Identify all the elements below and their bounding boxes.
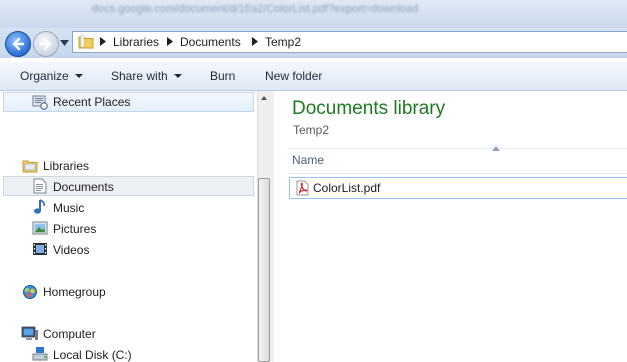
share-with-button[interactable]: Share with	[111, 69, 182, 83]
music-icon	[34, 199, 45, 214]
scroll-up-icon[interactable]	[258, 93, 270, 103]
nav-label-documents: Documents	[53, 180, 114, 194]
breadcrumb-libraries[interactable]: Libraries	[113, 35, 159, 49]
scrollbar-thumb[interactable]	[258, 178, 270, 362]
nav-item-videos[interactable]: Videos	[53, 243, 89, 257]
nav-item-computer[interactable]: Computer	[43, 327, 96, 341]
breadcrumb-separator-icon[interactable]	[100, 37, 106, 46]
back-arrow-icon	[12, 37, 25, 51]
library-title: Documents library	[292, 98, 446, 119]
organize-button[interactable]: Organize	[20, 69, 83, 83]
chevron-down-icon	[173, 74, 182, 78]
videos-icon	[33, 243, 47, 255]
sort-ascending-icon	[492, 146, 500, 151]
computer-icon	[21, 326, 38, 340]
breadcrumb-separator-icon[interactable]	[167, 37, 173, 46]
libraries-icon	[22, 160, 38, 173]
forward-button[interactable]	[33, 31, 59, 57]
nav-item-pictures[interactable]: Pictures	[53, 222, 96, 236]
nav-item-libraries[interactable]: Libraries	[43, 159, 89, 173]
share-with-label: Share with	[111, 69, 168, 83]
pdf-file-icon	[296, 180, 309, 196]
pictures-icon	[32, 221, 48, 235]
burn-button[interactable]: Burn	[210, 69, 235, 83]
history-dropdown-icon[interactable]	[60, 40, 69, 46]
new-folder-button[interactable]: New folder	[265, 69, 322, 83]
column-divider	[289, 173, 627, 174]
nav-item-music[interactable]: Music	[53, 201, 84, 215]
recent-places-icon	[32, 95, 48, 110]
forward-arrow-icon	[39, 37, 52, 51]
nav-item-homegroup[interactable]: Homegroup	[43, 285, 106, 299]
local-disk-icon	[32, 347, 48, 361]
breadcrumb-temp2[interactable]: Temp2	[265, 35, 301, 49]
nav-label-recent-places: Recent Places	[53, 95, 131, 109]
organize-label: Organize	[20, 69, 69, 83]
back-button[interactable]	[5, 31, 31, 57]
documents-icon	[33, 178, 47, 194]
nav-item-local-disk[interactable]: Local Disk (C:)	[53, 348, 132, 362]
breadcrumb-documents[interactable]: Documents	[180, 35, 241, 49]
breadcrumb-separator-icon[interactable]	[252, 37, 258, 46]
folder-icon	[78, 34, 94, 49]
file-name: ColorList.pdf	[313, 181, 381, 195]
window-title: docs.google.com/document/d/1f/a2/ColorLi…	[92, 3, 419, 15]
column-header-row	[289, 148, 627, 175]
homegroup-icon	[23, 285, 37, 299]
chevron-down-icon	[74, 74, 83, 78]
library-subtitle: Temp2	[293, 123, 330, 137]
pane-divider[interactable]	[272, 91, 274, 362]
column-header-name[interactable]: Name	[292, 153, 324, 167]
